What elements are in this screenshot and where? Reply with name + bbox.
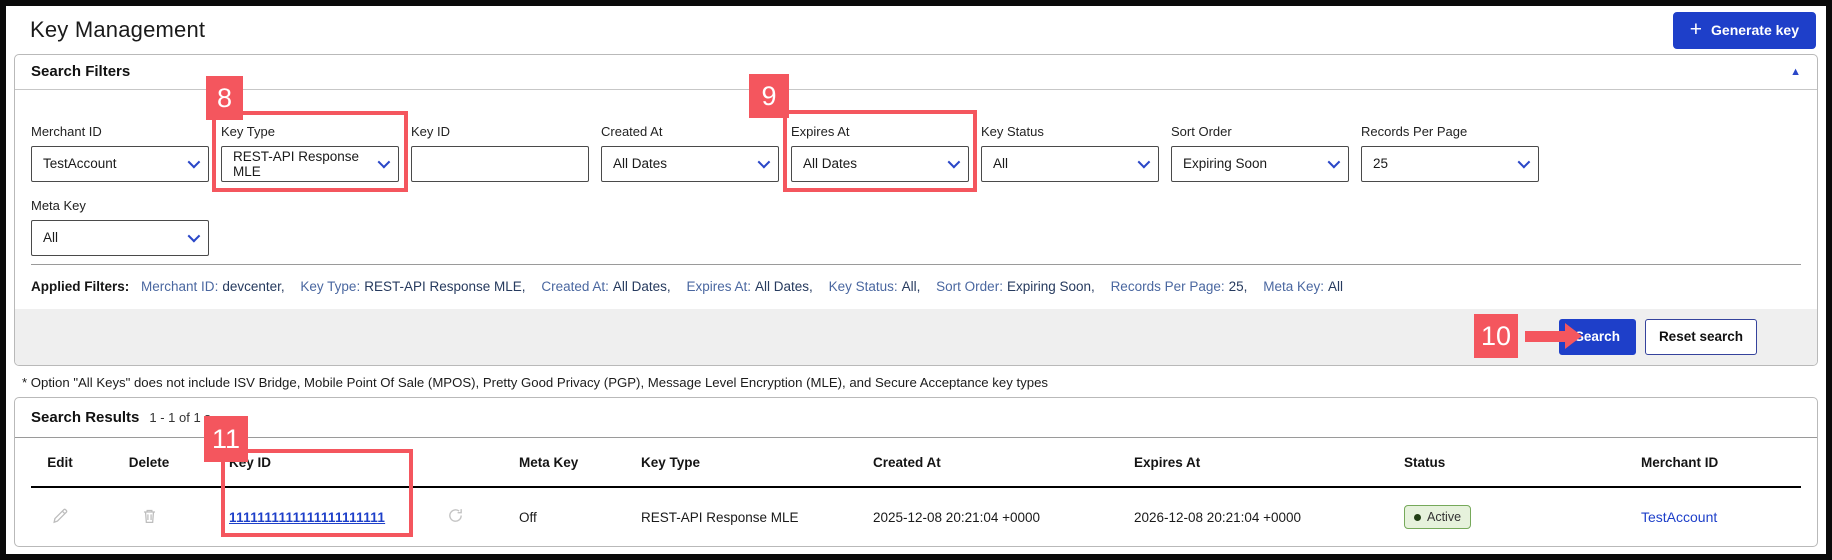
key-status-select[interactable]: All xyxy=(981,145,1159,182)
annotation-badge-11: 11 xyxy=(204,416,248,462)
applied-filter-item: Sort OrderExpiring Soon xyxy=(936,279,1095,294)
col-created-at: Created At xyxy=(873,454,941,470)
annotation-badge-9: 9 xyxy=(749,74,789,118)
edit-pencil-icon[interactable] xyxy=(50,506,70,526)
filter-key-type: Key Type REST-API Response MLE xyxy=(221,124,399,182)
sort-order-value: Expiring Soon xyxy=(1183,156,1268,172)
filter-created-at: Created At All Dates xyxy=(601,124,779,182)
filter-merchant-id: Merchant ID TestAccount xyxy=(31,124,209,182)
applied-filter-item: Key StatusAll xyxy=(829,279,921,294)
status-dot-icon xyxy=(1414,513,1421,521)
applied-filter-item: Expires AtAll Dates xyxy=(686,279,812,294)
sort-order-label: Sort Order xyxy=(1171,123,1232,139)
filter-key-status: Key Status All xyxy=(981,124,1159,182)
plus-icon: + xyxy=(1689,17,1703,41)
cell-expires-at: 2026-12-08 20:21:04 +0000 xyxy=(1134,509,1302,525)
applied-filter-item: Key TypeREST-API Response MLE xyxy=(300,279,525,294)
filter-expires-at: Expires At All Dates xyxy=(791,124,969,182)
filter-key-id: Key ID xyxy=(411,124,589,182)
annotation-badge-10: 10 xyxy=(1474,314,1518,358)
col-expires-at: Expires At xyxy=(1134,454,1201,470)
filter-meta-key: Meta Key All xyxy=(31,198,209,256)
status-badge: Active xyxy=(1404,505,1472,529)
chevron-down-icon xyxy=(1327,156,1341,169)
all-keys-footnote: * Option "All Keys" does not include ISV… xyxy=(22,375,1048,390)
col-edit: Edit xyxy=(47,454,73,470)
created-at-select[interactable]: All Dates xyxy=(601,145,779,182)
filter-records-per-page: Records Per Page 25 xyxy=(1361,124,1539,182)
records-per-page-value: 25 xyxy=(1373,156,1389,172)
annotation-arrow-icon xyxy=(1525,323,1582,349)
expires-at-value: All Dates xyxy=(803,156,858,172)
cell-meta-key: Off xyxy=(519,509,537,525)
applied-filter-item: Meta KeyAll xyxy=(1263,279,1343,294)
annotation-badge-8: 8 xyxy=(206,76,243,120)
delete-trash-icon[interactable] xyxy=(140,506,159,526)
sort-order-select[interactable]: Expiring Soon xyxy=(1171,145,1349,182)
key-id-field xyxy=(411,145,589,182)
chevron-down-icon xyxy=(1137,156,1151,169)
col-key-type: Key Type xyxy=(641,454,701,470)
chevron-down-icon xyxy=(377,156,391,169)
filter-sort-order: Sort Order Expiring Soon xyxy=(1171,124,1349,182)
applied-filter-item: Created AtAll Dates xyxy=(541,279,670,294)
chevron-down-icon xyxy=(187,230,201,243)
key-type-value: REST-API Response MLE xyxy=(233,148,360,179)
search-results-panel: Search Results 1 - 1 of 1 s Edit Delete … xyxy=(14,397,1818,547)
filter-fields-area: Merchant ID TestAccount Key Type REST-AP… xyxy=(15,90,1817,256)
chevron-down-icon xyxy=(1517,156,1531,169)
reset-search-button[interactable]: Reset search xyxy=(1644,318,1757,355)
key-type-label: Key Type xyxy=(221,123,275,139)
status-label: Active xyxy=(1427,510,1462,524)
expires-at-label: Expires At xyxy=(791,123,850,139)
search-results-title: Search Results xyxy=(31,409,140,426)
merchant-id-link[interactable]: TestAccount xyxy=(1641,509,1717,525)
merchant-id-select[interactable]: TestAccount xyxy=(31,145,209,182)
key-type-select[interactable]: REST-API Response MLE xyxy=(221,145,399,182)
created-at-value: All Dates xyxy=(613,156,668,172)
col-merchant-id: Merchant ID xyxy=(1641,454,1719,470)
search-results-header: Search Results 1 - 1 of 1 s xyxy=(15,398,1817,438)
cell-key-type: REST-API Response MLE xyxy=(641,509,799,525)
meta-key-label: Meta Key xyxy=(31,197,86,213)
chevron-down-icon xyxy=(757,156,771,169)
records-per-page-label: Records Per Page xyxy=(1361,123,1468,139)
col-status: Status xyxy=(1404,454,1446,470)
page-title: Key Management xyxy=(30,17,206,42)
cell-created-at: 2025-12-08 20:21:04 +0000 xyxy=(873,509,1041,525)
search-filters-panel: Search Filters ▲ Merchant ID TestAccount… xyxy=(14,54,1818,366)
key-id-label: Key ID xyxy=(411,123,451,139)
collapse-icon[interactable]: ▲ xyxy=(1790,66,1801,78)
screenshot-frame: Key Management + Generate key Search Fil… xyxy=(0,0,1832,560)
chevron-down-icon xyxy=(187,156,201,169)
key-status-value: All xyxy=(993,156,1009,172)
records-per-page-select[interactable]: 25 xyxy=(1361,145,1539,182)
key-id-input[interactable] xyxy=(423,146,577,181)
created-at-label: Created At xyxy=(601,123,663,139)
applied-filter-item: Records Per Page25 xyxy=(1111,279,1248,294)
chevron-down-icon xyxy=(947,156,961,169)
meta-key-select[interactable]: All xyxy=(31,219,209,256)
refresh-icon[interactable] xyxy=(447,507,464,524)
top-bar: Key Management + Generate key xyxy=(6,6,1826,54)
merchant-id-value: TestAccount xyxy=(43,156,117,172)
applied-filter-item: Merchant IDdevcenter xyxy=(141,279,285,294)
key-id-link[interactable]: 1111111111111111111111 xyxy=(229,510,385,525)
results-count: 1 - 1 of 1 s xyxy=(149,410,211,425)
merchant-id-label: Merchant ID xyxy=(31,123,102,139)
results-table-header: Edit Delete Key ID Meta Key Key Type Cre… xyxy=(15,438,1817,486)
generate-key-button[interactable]: + Generate key xyxy=(1672,11,1816,49)
meta-key-value: All xyxy=(43,230,59,246)
table-row: 1111111111111111111111 Off REST-API Resp… xyxy=(15,488,1817,546)
applied-filters: Applied Filters: Merchant IDdevcenter Ke… xyxy=(15,265,1817,309)
col-meta-key: Meta Key xyxy=(519,454,579,470)
col-delete: Delete xyxy=(128,454,170,470)
search-filters-header: Search Filters ▲ xyxy=(15,55,1817,90)
expires-at-select[interactable]: All Dates xyxy=(791,145,969,182)
applied-filters-label: Applied Filters: xyxy=(31,278,130,294)
key-status-label: Key Status xyxy=(981,123,1044,139)
search-filters-title: Search Filters xyxy=(31,63,131,81)
generate-key-label: Generate key xyxy=(1711,22,1799,38)
